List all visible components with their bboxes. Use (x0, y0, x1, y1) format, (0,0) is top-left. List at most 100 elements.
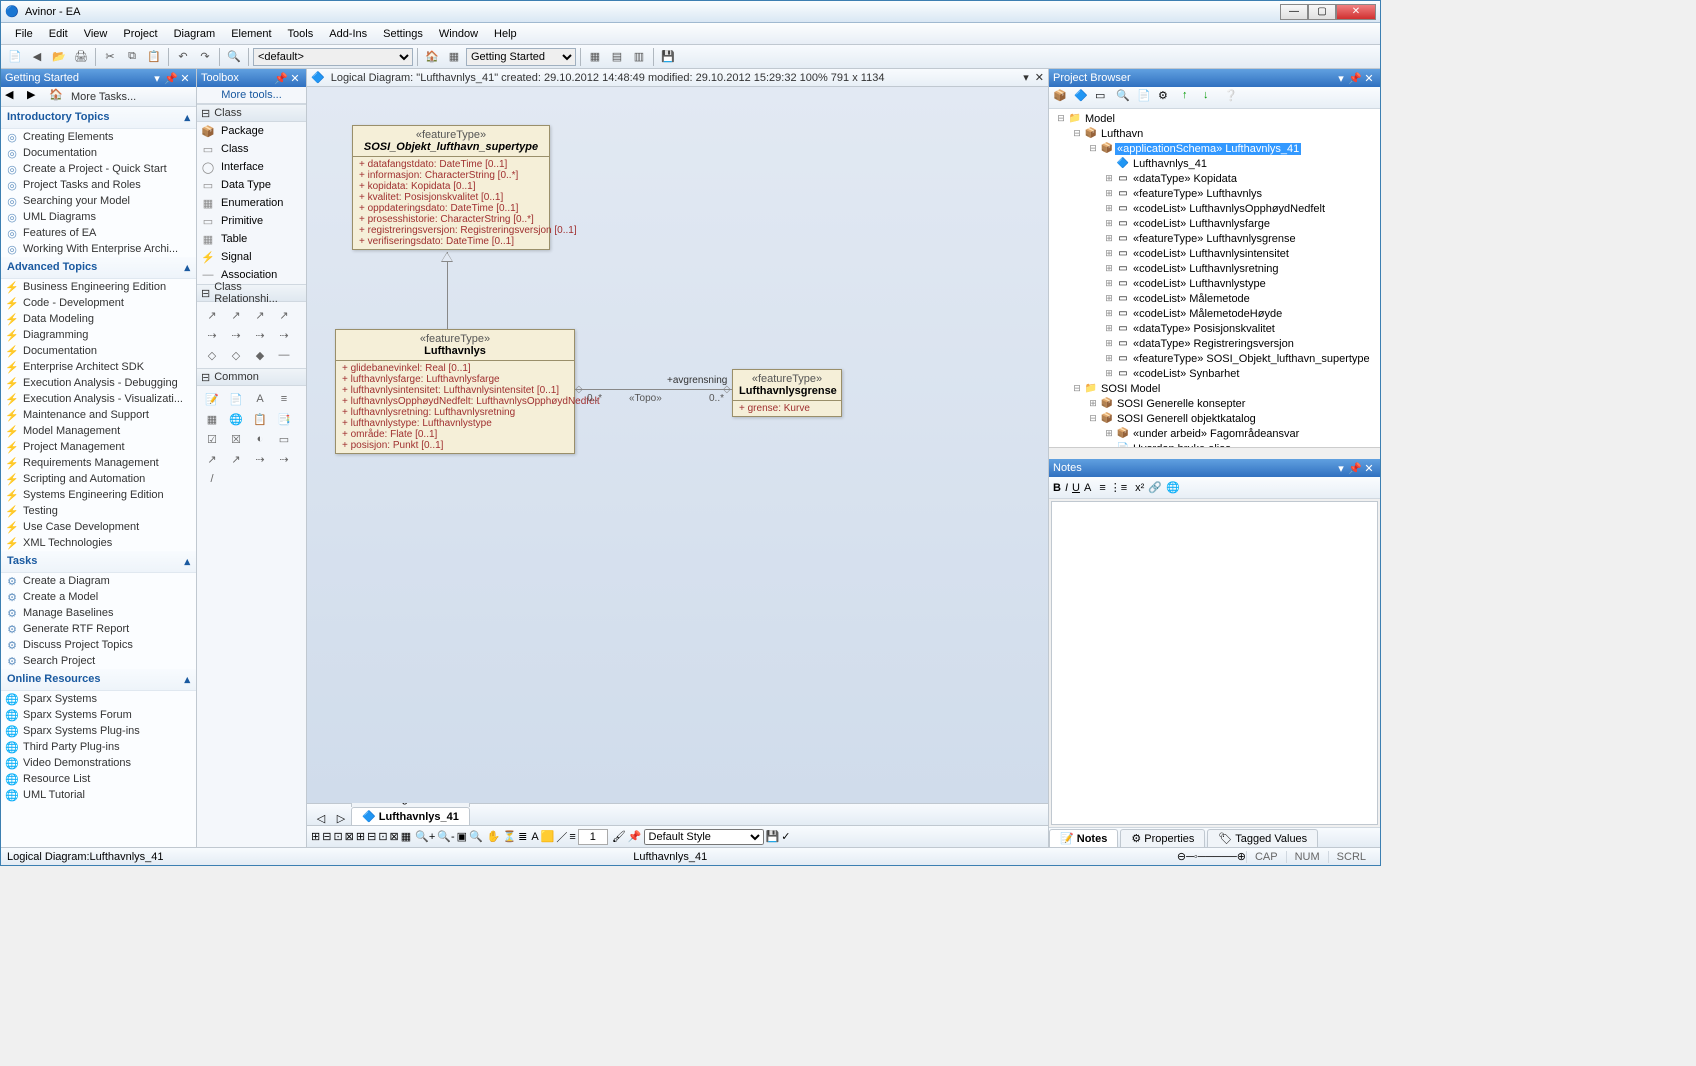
class-rel-header[interactable]: ⊟Class Relationshi... (197, 284, 306, 302)
tree-node[interactable]: ⊞▭«codeList» Lufthavnlysretning (1051, 261, 1378, 276)
panel2-icon[interactable]: ▥ (629, 47, 649, 67)
tree-node[interactable]: ⊞▭«dataType» Posisjonskvalitet (1051, 321, 1378, 336)
cut-icon[interactable]: ✂ (100, 47, 120, 67)
tree-node[interactable]: 🔷Lufthavnlys_41 (1051, 156, 1378, 171)
doc-icon[interactable]: 📄 (1137, 89, 1155, 107)
common-tool[interactable]: ⇢ (273, 450, 295, 468)
grid-icon[interactable]: ▦ (585, 47, 605, 67)
link-icon[interactable]: 🔗 (1148, 481, 1162, 494)
dropdown-icon[interactable]: ▾ (1023, 71, 1029, 84)
toolbox-item[interactable]: ◯Interface (197, 158, 306, 176)
menu-edit[interactable]: Edit (41, 28, 76, 40)
dropdown-icon[interactable]: ▾ (150, 72, 164, 85)
pin-icon[interactable]: 📌 (1348, 462, 1362, 475)
new-pkg-icon[interactable]: 📦 (1053, 89, 1071, 107)
gs-item[interactable]: ⚙Search Project (1, 653, 196, 669)
rel-tool[interactable]: ↗ (225, 306, 247, 324)
gs-item[interactable]: ◎Working With Enterprise Archi... (1, 241, 196, 257)
filter-icon[interactable]: ⏳ (502, 830, 516, 843)
tree-node[interactable]: ⊞▭«codeList» Synbarhet (1051, 366, 1378, 381)
gs-section-header[interactable]: Online Resources▴ (1, 669, 196, 691)
menu-add-ins[interactable]: Add-Ins (321, 28, 375, 40)
font-color-icon[interactable]: A (1084, 482, 1091, 494)
getting-started-header[interactable]: Getting Started ▾ 📌 ✕ (1, 69, 196, 87)
panel-icon[interactable]: ▤ (607, 47, 627, 67)
tree-node[interactable]: ⊟📁Model (1051, 111, 1378, 126)
toolbox-item[interactable]: ▭Class (197, 140, 306, 158)
tree-node[interactable]: ⊟📁SOSI Model (1051, 381, 1378, 396)
class-sosi-objekt[interactable]: «featureType»SOSI_Objekt_lufthavn_supert… (352, 125, 550, 250)
gs-item[interactable]: ⚙Discuss Project Topics (1, 637, 196, 653)
diagram-canvas[interactable]: «featureType»SOSI_Objekt_lufthavn_supert… (307, 87, 1048, 803)
close-button[interactable]: ✕ (1336, 4, 1376, 20)
gs-item[interactable]: ⚡Maintenance and Support (1, 407, 196, 423)
gs-item[interactable]: ⚡Project Management (1, 439, 196, 455)
gs-section-header[interactable]: Introductory Topics▴ (1, 107, 196, 129)
tree-node[interactable]: ⊞📦SOSI Generelle konsepter (1051, 396, 1378, 411)
menu-view[interactable]: View (76, 28, 116, 40)
default-combo[interactable]: <default> (253, 48, 413, 66)
gs-item[interactable]: 🌐Video Demonstrations (1, 755, 196, 771)
common-tool[interactable]: ▭ (273, 430, 295, 448)
search-icon[interactable]: 🔍 (1116, 89, 1134, 107)
style-combo[interactable]: Default Style (644, 829, 764, 845)
gs-item[interactable]: ◎Documentation (1, 145, 196, 161)
notes-tab[interactable]: 🏷 Tagged Values (1207, 829, 1318, 847)
gs-item[interactable]: 🌐Sparx Systems (1, 691, 196, 707)
common-tool[interactable]: 📋 (249, 410, 271, 428)
common-tool[interactable]: ▦ (201, 410, 223, 428)
class-section-header[interactable]: ⊟Class (197, 104, 306, 122)
tree-node[interactable]: ⊞▭«dataType» Registreringsversjon (1051, 336, 1378, 351)
toolbox-header[interactable]: Toolbox 📌 ✕ (197, 69, 306, 87)
zoom-out-icon[interactable]: 🔍- (437, 830, 454, 843)
maximize-button[interactable]: ▢ (1308, 4, 1336, 20)
notes-tab[interactable]: ⚙ Properties (1120, 829, 1205, 847)
nav-back-icon[interactable]: ◀ (5, 88, 23, 106)
layers-icon[interactable]: ≣ (518, 830, 527, 843)
font-icon[interactable]: A (531, 831, 538, 843)
menu-element[interactable]: Element (223, 28, 279, 40)
menu-diagram[interactable]: Diagram (166, 28, 224, 40)
titlebar[interactable]: 🔵 Avinor - EA — ▢ ✕ (1, 1, 1380, 23)
dropdown-icon[interactable]: ▾ (1334, 462, 1348, 475)
rel-tool[interactable]: ⇢ (249, 326, 271, 344)
gs-item[interactable]: ⚡Business Engineering Edition (1, 279, 196, 295)
align-icon[interactable]: ▦ (401, 830, 411, 843)
align-icon[interactable]: ⊟ (367, 830, 376, 843)
gs-item[interactable]: ◎Project Tasks and Roles (1, 177, 196, 193)
pin-icon[interactable]: 📌 (1348, 72, 1362, 85)
common-tool[interactable]: 📝 (201, 390, 223, 408)
more-tools-link[interactable]: More tools... (197, 87, 306, 104)
tab-scroll-left-icon[interactable]: ◁ (311, 812, 331, 825)
gs-item[interactable]: ⚙Generate RTF Report (1, 621, 196, 637)
common-tool[interactable]: ↗ (201, 450, 223, 468)
menu-file[interactable]: File (7, 28, 41, 40)
rel-tool[interactable]: ⇢ (273, 326, 295, 344)
common-tool[interactable]: ☒ (225, 430, 247, 448)
rel-tool[interactable]: ↗ (201, 306, 223, 324)
tree-node[interactable]: ⊟📦SOSI Generell objektkatalog (1051, 411, 1378, 426)
align-icon[interactable]: ⊟ (322, 830, 331, 843)
italic-icon[interactable]: I (1065, 482, 1068, 494)
notes-textarea[interactable] (1051, 501, 1378, 825)
align-icon[interactable]: ⊞ (311, 830, 320, 843)
tab-scroll-right-icon[interactable]: ▷ (331, 812, 351, 825)
tree-node[interactable]: ⊟📦«applicationSchema» Lufthavnlys_41 (1051, 141, 1378, 156)
rel-tool[interactable]: — (273, 346, 295, 364)
gs-item[interactable]: 🌐Sparx Systems Plug-ins (1, 723, 196, 739)
gs-item[interactable]: ⚡Testing (1, 503, 196, 519)
pin-icon[interactable]: 📌 (628, 830, 642, 843)
tree-node[interactable]: ⊞▭«featureType» Lufthavnlys (1051, 186, 1378, 201)
gs-item[interactable]: ◎Create a Project - Quick Start (1, 161, 196, 177)
hand-icon[interactable]: ✋ (487, 830, 501, 843)
toolbox-item[interactable]: 📦Package (197, 122, 306, 140)
gs-item[interactable]: ⚡Model Management (1, 423, 196, 439)
common-tool[interactable]: ◐ (249, 430, 271, 448)
fill-icon[interactable]: 🟨 (541, 830, 555, 843)
gs-item[interactable]: ⚡XML Technologies (1, 535, 196, 551)
gs-item[interactable]: ⚡Code - Development (1, 295, 196, 311)
toolbox-item[interactable]: ⚡Signal (197, 248, 306, 266)
align-icon[interactable]: ⊞ (356, 830, 365, 843)
super-icon[interactable]: x² (1135, 482, 1144, 494)
close-icon[interactable]: ✕ (1362, 462, 1376, 475)
